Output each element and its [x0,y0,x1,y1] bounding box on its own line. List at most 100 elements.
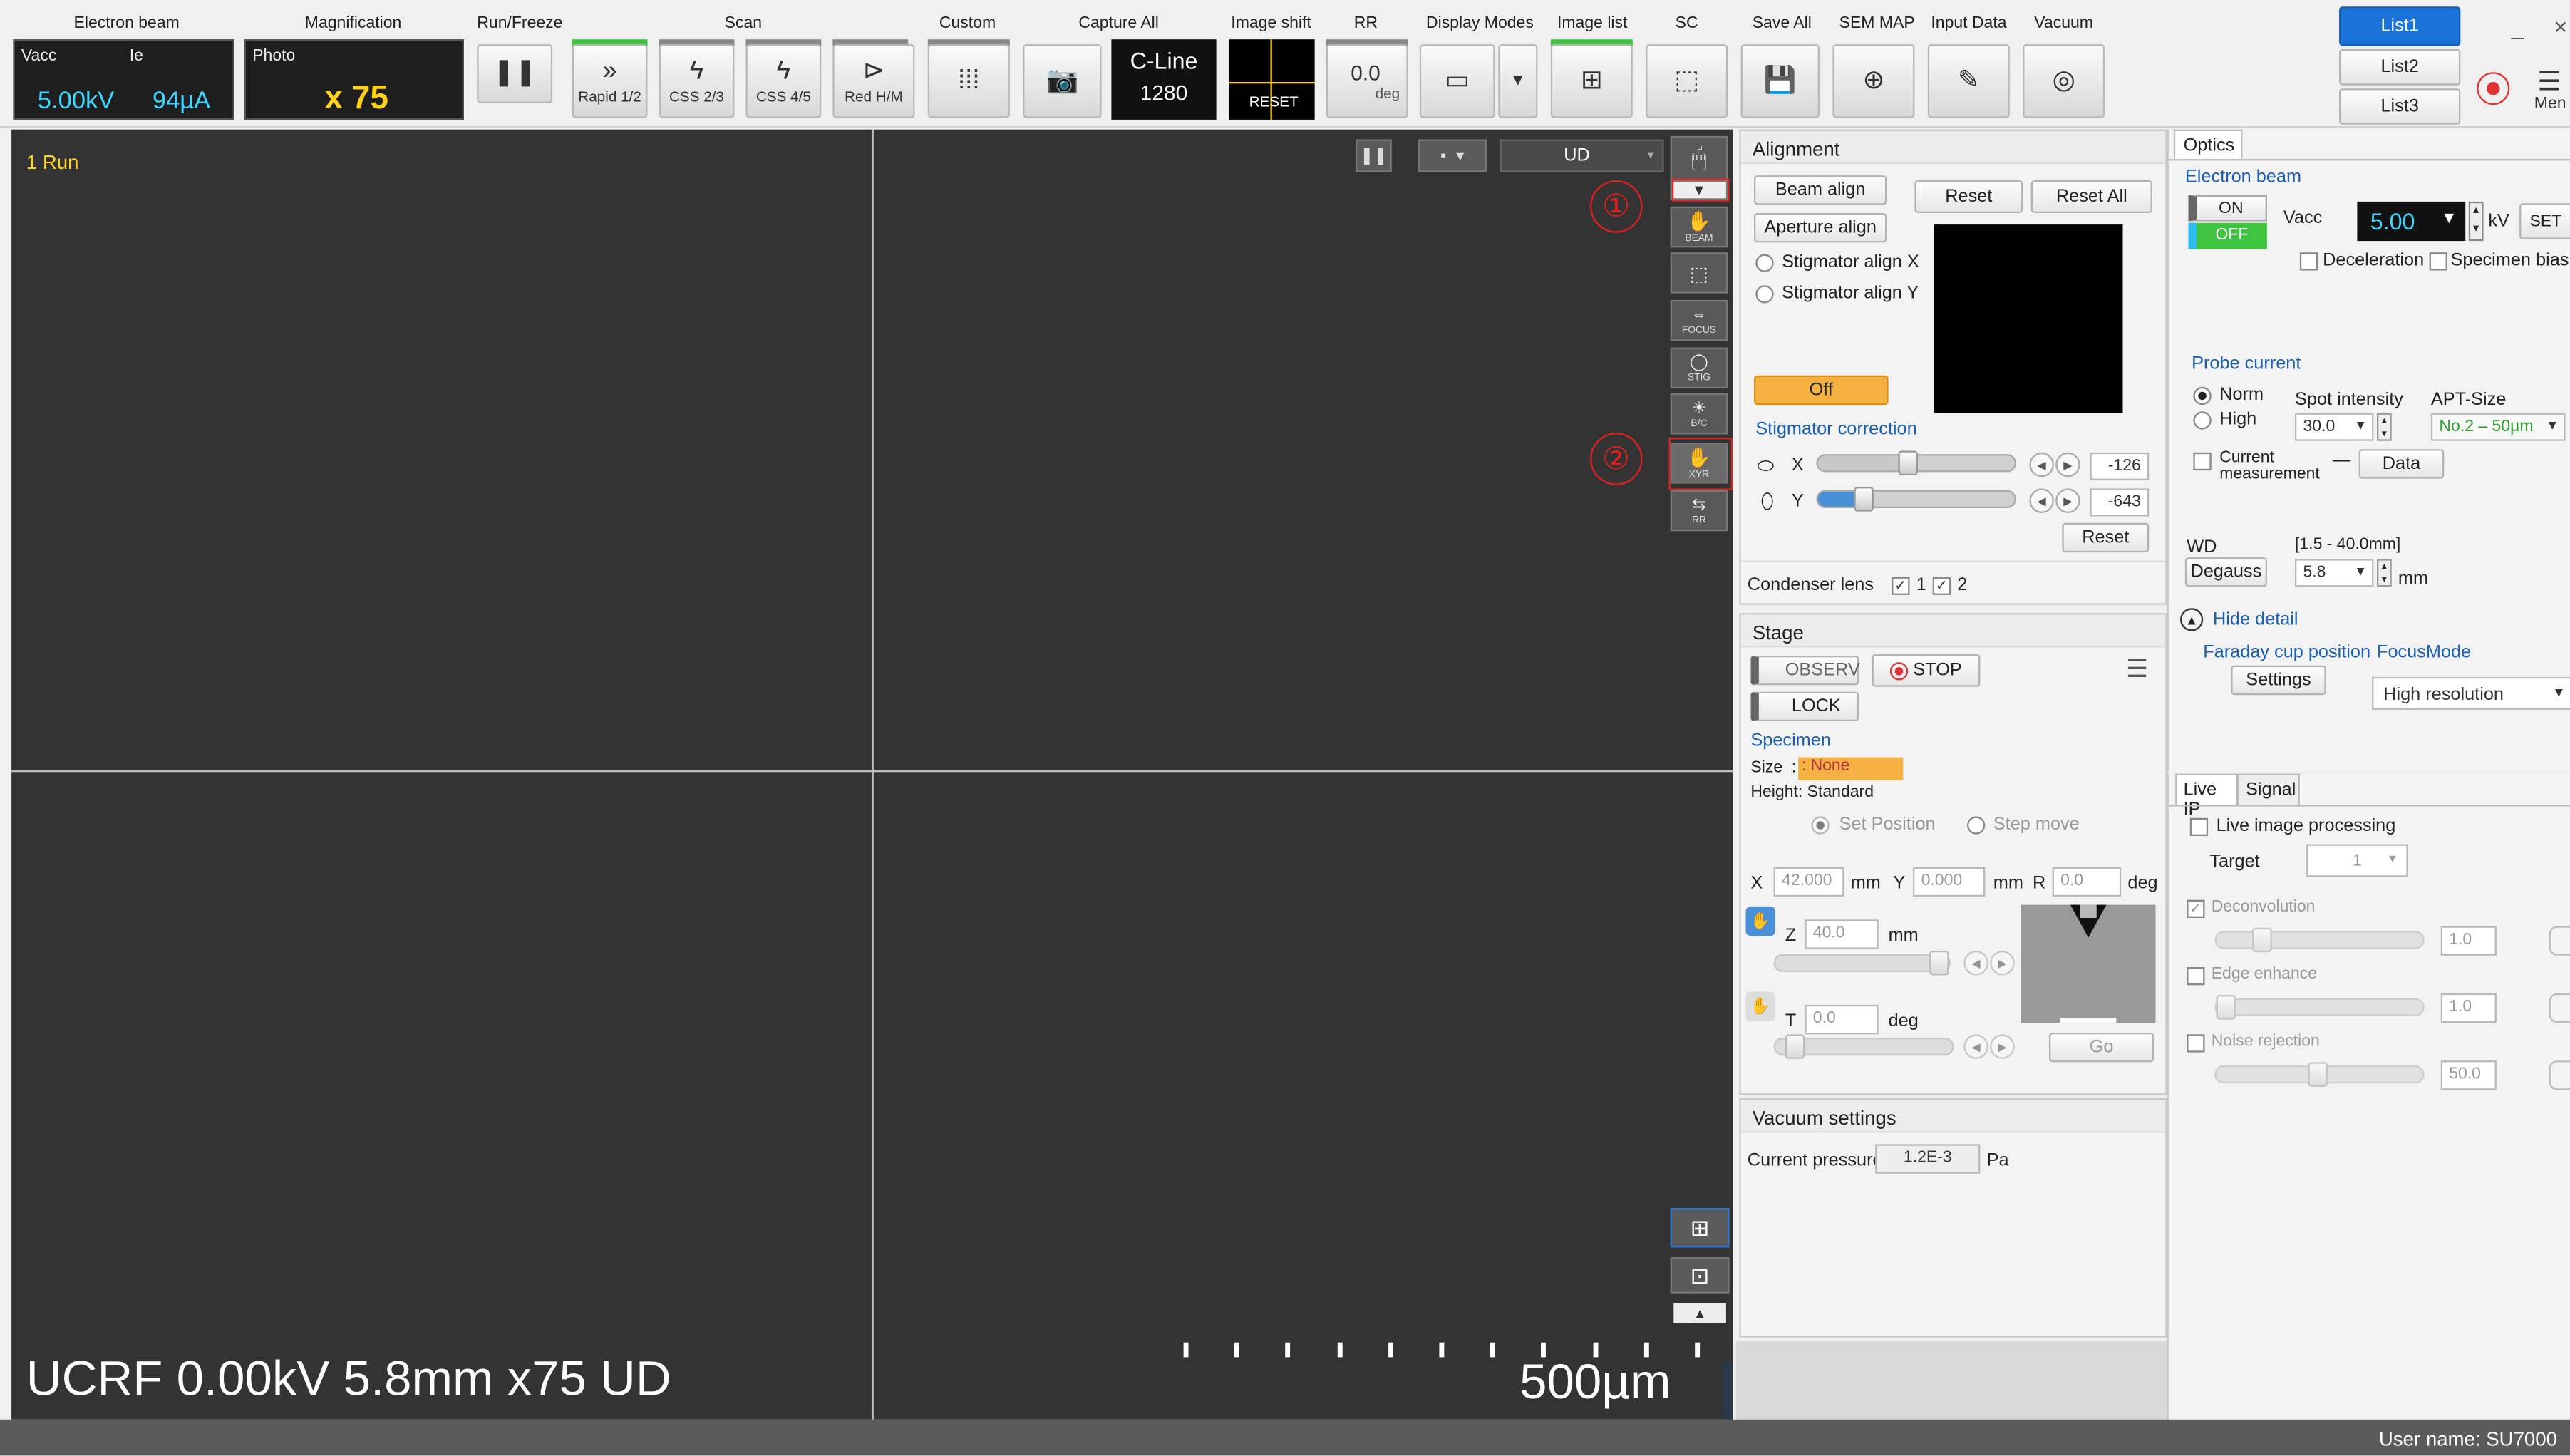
arrow-left-icon[interactable]: ◀ [2029,488,2054,513]
stig-y-thumb[interactable] [1854,487,1874,512]
menu-icon[interactable]: ☰ [2537,66,2561,98]
arrow-left-icon[interactable]: ◀ [1963,1034,1988,1059]
condenser-1-checkbox[interactable]: ✓ [1892,577,1910,595]
vacuum-button[interactable]: ◎ [2023,44,2105,118]
t-lock-button[interactable]: ✋ [1745,991,1775,1021]
faraday-settings-button[interactable]: Settings [2231,665,2326,696]
image-list-button[interactable]: ⊞ [1550,44,1633,118]
stop-button[interactable]: STOP [1872,654,1981,687]
beam-align-button[interactable]: Beam align [1754,175,1887,205]
stig-x-radio[interactable] [1755,254,1774,272]
beam-on-button[interactable]: ON [2188,195,2267,222]
display-mode-dropdown[interactable]: ▼ [1498,44,1538,118]
alignment-preview[interactable] [1934,224,2123,413]
stage-t-slider[interactable] [1773,1034,1954,1059]
viewer-pause-button[interactable]: ❚❚ [1356,139,1392,172]
degauss-button[interactable]: Degauss [2184,557,2267,587]
tool-zoom-button[interactable]: ⬚ [1670,252,1728,294]
stage-t-input[interactable]: 0.0 [1805,1004,1879,1035]
focus-mode-select[interactable]: High resolution ▼ [2372,676,2570,710]
spot-spinner[interactable]: ▲ ▼ [2377,413,2392,441]
stage-t-thumb[interactable] [1785,1034,1805,1059]
wd-input[interactable]: 5.8 ▼ [2295,559,2374,587]
norm-radio[interactable] [2193,386,2212,406]
optics-vacc-input[interactable]: 5.00 ▼ [2357,201,2466,242]
arrow-right-icon[interactable]: ▶ [2055,452,2080,477]
tool-bc-button[interactable]: ☀ B/C [1670,393,1728,435]
image-viewer[interactable]: 1 Run ❚❚ ▪ ▾ UD ▾ UCRF 0.00kV 5.8mm x75 UD… [11,129,1733,1420]
tool-rr-button[interactable]: ⇆ RR [1670,490,1728,532]
alignment-off-button[interactable]: Off [1754,375,1889,406]
stig-y-slider[interactable] [1816,487,2016,512]
close-button[interactable]: × [2554,13,2567,39]
arrow-left-icon[interactable]: ◀ [2029,452,2054,477]
target-select[interactable]: 1 ▼ [2306,844,2408,877]
stage-menu-icon[interactable]: ☰ [2126,654,2148,683]
list2-button[interactable]: List2 [2339,49,2461,86]
vacc-spinner[interactable]: ▲ ▼ [2468,201,2484,242]
capture-button[interactable]: 📷 [1023,44,1102,118]
stage-t-arrows[interactable]: ◀ ▶ [1963,1034,2015,1059]
deconvolution-value[interactable]: 1.0 [2440,926,2497,956]
display-mode-button[interactable]: ▭ [1419,44,1495,118]
deceleration-checkbox[interactable] [2299,252,2318,271]
image-shift-pad[interactable]: RESET [1229,39,1315,120]
layout-quad-button[interactable]: ⊞ [1670,1208,1730,1248]
sc-button[interactable]: ⬚ [1646,44,1728,118]
mouse-mode-button[interactable]: 🖱 [1670,135,1728,180]
scan-rapid-button[interactable]: » Rapid 1/2 [572,44,648,118]
tool-focus-button[interactable]: ⇔ FOCUS [1670,299,1728,341]
reset-all-button[interactable]: Reset All [2030,180,2152,213]
list1-button[interactable]: List1 [2339,6,2461,46]
edge-enhance-slider[interactable] [2214,995,2425,1020]
tool-stig-button[interactable]: ◯ STIG [1670,347,1728,389]
arrow-right-icon[interactable]: ▶ [1990,951,2015,976]
noise-rejection-checkbox[interactable] [2187,1034,2205,1053]
image-shift-reset[interactable]: RESET [1249,93,1299,110]
live-ip-tab[interactable]: Live IP [2175,773,2238,820]
electron-beam-display[interactable]: Vacc Ie 5.00kV 94µA [13,39,234,120]
hide-detail-link[interactable]: Hide detail [2213,610,2298,630]
go-button[interactable]: Go [2049,1033,2154,1063]
run-freeze-button[interactable]: ❚❚ [477,44,553,103]
scan-direction-select[interactable]: UD ▾ [1500,139,1664,172]
capture-line-display[interactable]: C-Line 1280 [1111,39,1217,120]
arrow-left-icon[interactable]: ◀ [1963,951,1988,976]
tool-beam-button[interactable]: ✋ BEAM [1670,206,1728,248]
lock-button[interactable]: LOCK [1750,691,1859,721]
stage-z-thumb[interactable] [1929,951,1949,976]
deconvolution-thumb[interactable] [2252,927,2272,953]
signal-tab[interactable]: Signal [2237,773,2300,805]
minimize-button[interactable]: _ [2512,13,2524,39]
list3-button[interactable]: List3 [2339,88,2461,125]
vacc-set-button[interactable]: SET [2519,203,2570,239]
stig-x-value[interactable]: -126 [2090,452,2150,480]
specimen-bias-checkbox[interactable] [2429,252,2447,271]
stig-reset-button[interactable]: Reset [2062,522,2150,553]
stig-x-thumb[interactable] [1898,450,1918,475]
stig-x-slider[interactable] [1816,450,2016,475]
scan-css23-button[interactable]: ϟ CSS 2/3 [659,44,735,118]
noise-rejection-value[interactable]: 50.0 [2440,1060,2497,1090]
z-lock-button[interactable]: ✋ [1745,906,1775,936]
current-measurement-checkbox[interactable] [2193,452,2212,471]
data-button[interactable]: Data [2358,449,2445,479]
arrow-right-icon[interactable]: ▶ [2055,488,2080,513]
set-position-radio[interactable] [1811,816,1830,835]
save-all-button[interactable]: 💾 [1740,44,1820,118]
stig-y-radio[interactable] [1755,285,1774,304]
edge-enhance-reset[interactable] [2549,993,2570,1023]
noise-rejection-thumb[interactable] [2308,1062,2328,1087]
spot-intensity-input[interactable]: 30.0 ▼ [2295,413,2374,441]
stage-z-arrows[interactable]: ◀ ▶ [1963,951,2015,976]
magnification-display[interactable]: Photo x 75 [244,39,464,120]
deconvolution-reset[interactable] [2549,926,2570,956]
scan-red-button[interactable]: ⊳ Red H/M [832,44,915,118]
wd-spinner[interactable]: ▲ ▼ [2377,559,2392,587]
edge-enhance-checkbox[interactable] [2187,967,2205,986]
step-move-radio[interactable] [1967,816,1986,835]
noise-rejection-reset[interactable] [2549,1060,2570,1090]
stage-r-input[interactable]: 0.0 [2052,867,2122,897]
deconvolution-slider[interactable] [2214,927,2425,953]
custom-button[interactable]: ⁞⁞⁞ [927,44,1010,118]
